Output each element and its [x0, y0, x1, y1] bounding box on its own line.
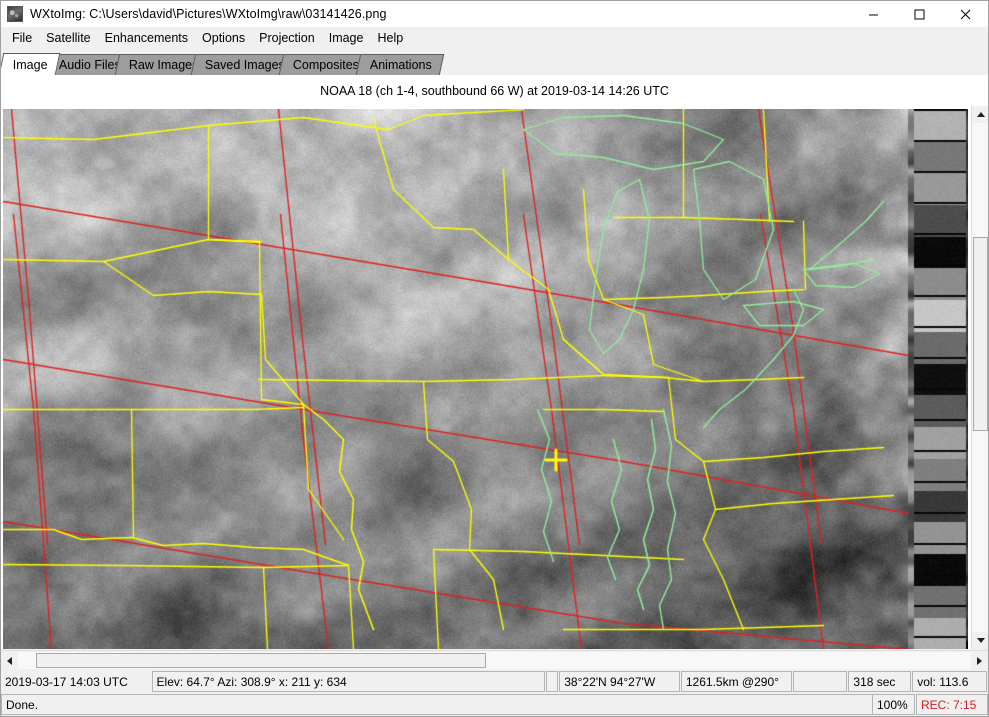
scroll-right-button[interactable] [971, 652, 988, 669]
status-duration: 318 sec [848, 671, 912, 692]
status-telemetry: Elev: 64.7° Azi: 308.9° x: 211 y: 634 [151, 671, 546, 692]
image-caption: NOAA 18 (ch 1-4, southbound 66 W) at 201… [320, 83, 669, 98]
status-message: Done. [1, 694, 881, 715]
tab-animations-label: Animations [369, 58, 432, 72]
tab-animations[interactable]: Animations [355, 54, 445, 75]
status-volume: vol: 113.6 [912, 671, 987, 692]
menu-projection[interactable]: Projection [252, 29, 322, 47]
vertical-scroll-thumb[interactable] [973, 237, 988, 431]
close-button[interactable] [942, 1, 988, 27]
image-caption-bar: NOAA 18 (ch 1-4, southbound 66 W) at 201… [1, 75, 988, 106]
status-zoom: 100% [872, 694, 915, 715]
status-blank-2 [792, 671, 848, 692]
tab-audio-files-label: Audio Files [58, 58, 121, 72]
vertical-scrollbar[interactable] [971, 106, 988, 649]
menu-options[interactable]: Options [195, 29, 252, 47]
tab-saved-images-label: Saved Images [204, 58, 285, 72]
status-blank-1 [546, 671, 559, 692]
scroll-up-icon [976, 112, 985, 117]
status-timestamp: 2019-03-17 14:03 UTC [1, 671, 151, 692]
menu-file[interactable]: File [5, 29, 39, 47]
satellite-image[interactable] [3, 109, 968, 649]
image-canvas-area [1, 106, 988, 649]
tab-raw-images-label: Raw Images [128, 58, 199, 72]
app-thumbnail-icon [7, 6, 23, 22]
scroll-up-button[interactable] [972, 106, 988, 123]
wxtoimg-window: WXtoImg: C:\Users\david\Pictures\WXtoImg… [0, 0, 989, 717]
scroll-down-button[interactable] [972, 632, 988, 649]
status-bar-secondary: Done. 100% REC: 7:15 [1, 693, 988, 716]
maximize-button[interactable] [896, 1, 942, 27]
scroll-right-icon [977, 656, 982, 665]
menu-enhancements[interactable]: Enhancements [98, 29, 195, 47]
satellite-image-viewport[interactable] [3, 109, 968, 649]
title-bar: WXtoImg: C:\Users\david\Pictures\WXtoImg… [1, 1, 988, 27]
window-title: WXtoImg: C:\Users\david\Pictures\WXtoImg… [30, 7, 387, 21]
status-bar-primary: 2019-03-17 14:03 UTC Elev: 64.7° Azi: 30… [1, 670, 988, 693]
menu-help[interactable]: Help [370, 29, 410, 47]
status-recording: REC: 7:15 [916, 694, 988, 715]
menu-satellite[interactable]: Satellite [39, 29, 97, 47]
horizontal-scroll-thumb[interactable] [36, 653, 486, 668]
tab-image-label: Image [12, 57, 48, 72]
scroll-down-icon [976, 638, 985, 643]
minimize-icon [868, 14, 878, 15]
menu-image[interactable]: Image [322, 29, 371, 47]
horizontal-scroll-track[interactable] [18, 652, 971, 669]
tab-composites-label: Composites [292, 58, 359, 72]
vertical-scroll-track[interactable] [972, 123, 988, 632]
tab-strip: Image Audio Files Raw Images Saved Image… [1, 53, 988, 75]
tab-image[interactable]: Image [1, 53, 61, 75]
status-coordinates: 38°22'N 94°27'W [559, 671, 680, 692]
minimize-button[interactable] [850, 1, 896, 27]
scroll-left-icon [7, 656, 12, 665]
status-range: 1261.5km @290° [680, 671, 792, 692]
maximize-icon [914, 9, 924, 19]
horizontal-scrollbar[interactable] [1, 650, 988, 669]
menu-bar: File Satellite Enhancements Options Proj… [1, 27, 988, 49]
close-icon [960, 9, 970, 19]
window-controls [850, 1, 988, 27]
scroll-left-button[interactable] [1, 652, 18, 669]
